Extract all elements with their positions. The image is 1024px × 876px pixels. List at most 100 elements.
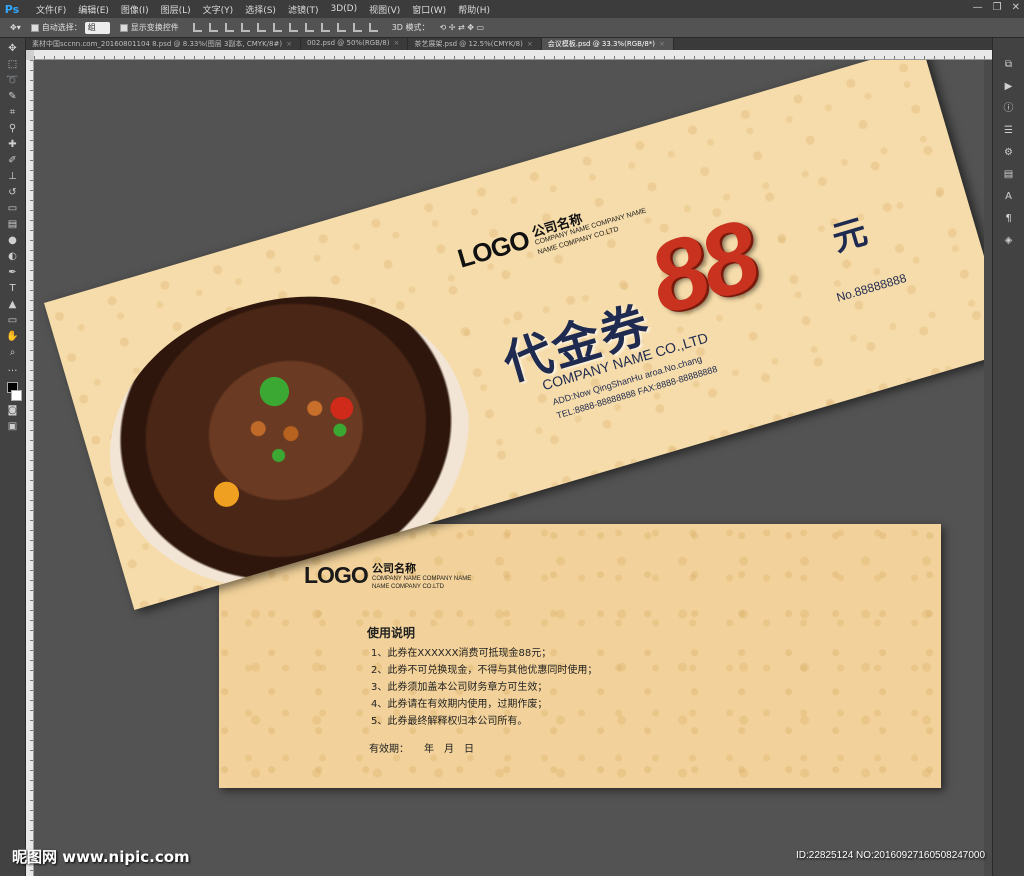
move-tool-icon[interactable]: ✥ (5, 42, 21, 55)
pen-tool-icon[interactable]: ✒ (5, 266, 21, 279)
character-panel-icon[interactable]: A (1001, 190, 1017, 204)
distribute-left-icon[interactable] (336, 23, 346, 32)
properties-panel-icon[interactable]: ☰ (1001, 124, 1017, 138)
vertical-ruler[interactable] (26, 60, 34, 876)
hand-tool-icon[interactable]: ✋ (5, 330, 21, 343)
adjustments-panel-icon[interactable]: ⚙ (1001, 146, 1017, 160)
distribute-bottom-icon[interactable] (320, 23, 330, 32)
document-tabs: 素材中国sccnn.com_20160801104 8.psd @ 8.33%(… (26, 38, 992, 50)
valid-date: 有效期： 年 月 日 (369, 744, 474, 755)
doc-tab-label: 会议模板.psd @ 33.3%(RGB/8*) (547, 40, 656, 48)
menu-file[interactable]: 文件(F) (30, 3, 72, 16)
brush-tool-icon[interactable]: ✐ (5, 154, 21, 167)
back-company-name: 公司名称 (372, 562, 416, 575)
align-hcenter-icon[interactable] (256, 23, 266, 32)
close-tab-icon[interactable]: × (286, 40, 292, 48)
info-panel-icon[interactable]: ⓘ (1001, 102, 1017, 116)
layers-panel-icon[interactable]: ▤ (1001, 168, 1017, 182)
auto-select-checkbox[interactable] (30, 23, 39, 32)
doc-tab[interactable]: 茶艺展架.psd @ 12.5%(CMYK/8) × (408, 38, 542, 50)
show-transform-checkbox[interactable] (119, 23, 128, 32)
menu-layer[interactable]: 图层(L) (155, 3, 197, 16)
back-company-en-line1: COMPANY NAME COMPANY NAME (372, 576, 472, 582)
align-left-icon[interactable] (240, 23, 250, 32)
healing-brush-icon[interactable]: ✚ (5, 138, 21, 151)
window-controls: — ❐ ✕ (973, 2, 1020, 13)
usage-rule: 2、此券不可兑换现金，不得与其他优惠同时使用； (371, 665, 598, 676)
move-tool-icon[interactable]: ✥▾ (10, 23, 21, 32)
crop-tool-icon[interactable]: ⌗ (5, 106, 21, 119)
lasso-tool-icon[interactable]: ➰ (5, 74, 21, 87)
horizontal-ruler[interactable] (34, 50, 992, 60)
panel-dock: ⧉ ▶ ⓘ ☰ ⚙ ▤ A ¶ ◈ (992, 38, 1024, 876)
shape-tool-icon[interactable]: ▭ (5, 314, 21, 327)
gradient-tool-icon[interactable]: ▤ (5, 218, 21, 231)
menu-select[interactable]: 选择(S) (239, 3, 282, 16)
currency-unit: 元 (827, 211, 872, 260)
menu-filter[interactable]: 滤镜(T) (282, 3, 325, 16)
3d-panel-icon[interactable]: ◈ (1001, 234, 1017, 248)
doc-tab-active[interactable]: 会议模板.psd @ 33.3%(RGB/8*) × (541, 38, 674, 50)
history-panel-icon[interactable]: ⧉ (1001, 58, 1017, 72)
background-color-swatch[interactable] (11, 390, 22, 401)
screen-mode-icon[interactable]: ▣ (5, 420, 21, 433)
tools-panel: ✥ ⬚ ➰ ✎ ⌗ ⚲ ✚ ✐ ⊥ ↺ ▭ ▤ ● ◐ ✒ T ▲ ▭ ✋ ⌕ … (0, 38, 26, 876)
marquee-tool-icon[interactable]: ⬚ (5, 58, 21, 71)
close-tab-icon[interactable]: × (393, 39, 399, 47)
vertical-scrollbar[interactable] (984, 60, 992, 876)
quick-mask-icon[interactable]: ◙ (5, 404, 21, 417)
paragraph-panel-icon[interactable]: ¶ (1001, 212, 1017, 226)
usage-rules: 1、此券在XXXXXX消费可抵现金88元； 2、此券不可兑换现金，不得与其他优惠… (371, 645, 597, 730)
align-bottom-icon[interactable] (224, 23, 234, 32)
menu-type[interactable]: 文字(Y) (197, 3, 240, 16)
history-brush-icon[interactable]: ↺ (5, 186, 21, 199)
zoom-tool-icon[interactable]: ⌕ (5, 346, 21, 359)
menu-window[interactable]: 窗口(W) (406, 3, 452, 16)
usage-title: 使用说明 (367, 626, 416, 640)
close-tab-icon[interactable]: × (659, 40, 665, 48)
nipic-watermark: 昵图网 www.nipic.com (12, 848, 190, 866)
quick-select-icon[interactable]: ✎ (5, 90, 21, 103)
photoshop-logo: Ps (4, 2, 20, 16)
usage-rule: 1、此券在XXXXXX消费可抵现金88元； (371, 648, 552, 659)
auto-select-dropdown[interactable]: 组 (84, 21, 110, 34)
type-tool-icon[interactable]: T (5, 282, 21, 295)
menu-view[interactable]: 视图(V) (363, 3, 406, 16)
doc-tab-label: 002.psd @ 50%(RGB/8) (306, 39, 390, 47)
eraser-icon[interactable]: ▭ (5, 202, 21, 215)
distribute-top-icon[interactable] (288, 23, 298, 32)
distribute-right-icon[interactable] (368, 23, 378, 32)
back-logo: LOGO (304, 562, 369, 588)
back-company-en-line2: NAME COMPANY CO.LTD (372, 584, 445, 590)
document-canvas[interactable]: LOGO 公司名称 COMPANY NAME COMPANY NAME NAME… (34, 60, 984, 876)
dodge-tool-icon[interactable]: ◐ (5, 250, 21, 263)
ruler-origin[interactable] (26, 50, 34, 60)
serial-number: No.88888888 (834, 270, 908, 305)
distribute-vcenter-icon[interactable] (304, 23, 314, 32)
auto-select-option[interactable]: 自动选择： 组 (30, 21, 110, 34)
doc-tab[interactable]: 002.psd @ 50%(RGB/8) × (301, 38, 409, 50)
front-logo: LOGO (454, 224, 533, 274)
maximize-button[interactable]: ❐ (993, 2, 1002, 13)
voucher-back: LOGO 公司名称 COMPANY NAME COMPANY NAME NAME… (219, 524, 941, 788)
align-vcenter-icon[interactable] (208, 23, 218, 32)
align-right-icon[interactable] (272, 23, 282, 32)
blur-tool-icon[interactable]: ● (5, 234, 21, 247)
minimize-button[interactable]: — (973, 2, 983, 13)
eyedropper-icon[interactable]: ⚲ (5, 122, 21, 135)
menu-image[interactable]: 图像(I) (115, 3, 155, 16)
stamp-tool-icon[interactable]: ⊥ (5, 170, 21, 183)
more-tools-icon[interactable]: … (5, 362, 21, 375)
actions-panel-icon[interactable]: ▶ (1001, 80, 1017, 94)
menu-edit[interactable]: 编辑(E) (72, 3, 115, 16)
menu-help[interactable]: 帮助(H) (452, 3, 496, 16)
mode-3d-icons[interactable]: ⟲ ✢ ⇄ ✥ ▭ (440, 23, 485, 32)
doc-tab[interactable]: 素材中国sccnn.com_20160801104 8.psd @ 8.33%(… (26, 38, 301, 50)
align-top-icon[interactable] (192, 23, 202, 32)
menu-3d[interactable]: 3D(D) (324, 4, 363, 14)
close-tab-icon[interactable]: × (527, 40, 533, 48)
close-button[interactable]: ✕ (1012, 2, 1020, 13)
show-transform-option[interactable]: 显示变换控件 (119, 22, 179, 33)
distribute-hcenter-icon[interactable] (352, 23, 362, 32)
path-select-icon[interactable]: ▲ (5, 298, 21, 311)
